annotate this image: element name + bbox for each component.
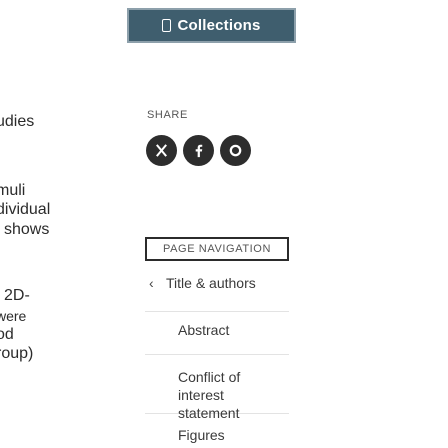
chevron-left-icon: ‹	[149, 275, 154, 291]
article-text-line: were	[0, 308, 27, 324]
article-text-line: muli	[0, 182, 26, 199]
article-text-line: udies	[0, 113, 35, 130]
article-text-line: roup)	[0, 345, 34, 362]
x-icon	[156, 144, 167, 157]
article-text-line: 2D-	[4, 287, 30, 304]
page-navigation-heading[interactable]: PAGE NAVIGATION	[145, 237, 289, 261]
nav-item-abstract[interactable]: Abstract	[145, 312, 289, 354]
nav-item-label: Figures	[178, 427, 225, 443]
article-text-line: od	[0, 326, 14, 343]
nav-item-title-authors[interactable]: ‹ Title & authors	[145, 275, 289, 311]
nav-item-label: Title & authors	[166, 275, 256, 291]
article-text-line: dividual	[0, 201, 51, 218]
facebook-icon	[195, 144, 203, 158]
page-navigation-list: ‹ Title & authors Abstract Conflict of i…	[145, 275, 289, 444]
nav-item-conflict-of-interest[interactable]: Conflict of interest statement	[145, 355, 289, 421]
article-text-line: l shows	[0, 221, 50, 238]
article-text-fragment: udies muli dividual l shows 2D- were od …	[0, 0, 100, 448]
collections-button[interactable]: Collections	[127, 8, 296, 43]
linkedin-share-button[interactable]	[220, 135, 251, 166]
facebook-share-button[interactable]	[183, 135, 214, 166]
share-heading: SHARE	[147, 109, 188, 121]
x-share-button[interactable]	[146, 135, 177, 166]
collections-button-label: Collections	[177, 17, 261, 34]
linkedin-icon	[229, 144, 242, 157]
nav-item-figures[interactable]: Figures	[145, 414, 289, 444]
bookmark-icon	[162, 19, 172, 32]
page-navigation-label: PAGE NAVIGATION	[162, 243, 272, 255]
nav-item-label: Abstract	[178, 322, 230, 338]
